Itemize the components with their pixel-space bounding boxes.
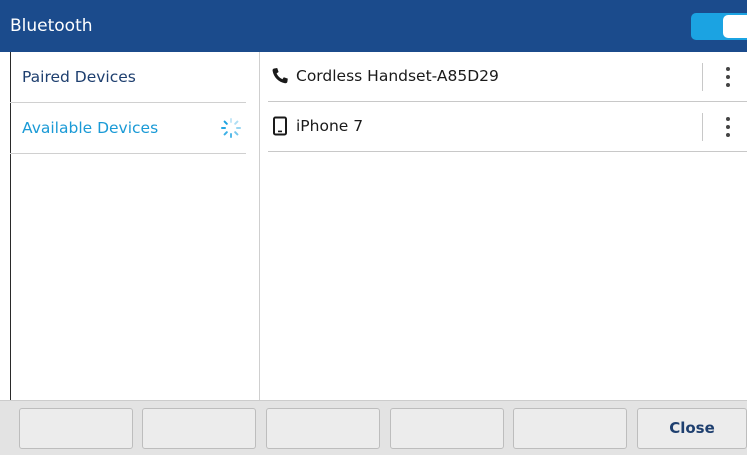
device-row-iphone-7[interactable]: iPhone 7 [268, 102, 747, 152]
toggle-knob [723, 15, 747, 38]
softkey-2[interactable] [142, 408, 256, 449]
device-name: Cordless Handset-A85D29 [296, 67, 499, 85]
mobile-phone-icon [273, 116, 287, 136]
softkey-5[interactable] [513, 408, 627, 449]
phone-handset-icon [272, 68, 288, 84]
sidebar-item-label: Paired Devices [22, 68, 136, 86]
page-title: Bluetooth [10, 16, 93, 36]
sidebar-item-label: Available Devices [22, 119, 159, 137]
title-bar: Bluetooth [0, 0, 747, 52]
softkey-4[interactable] [390, 408, 504, 449]
sidebar-item-available-devices[interactable]: Available Devices [10, 103, 246, 154]
device-row-cordless-handset[interactable]: Cordless Handset-A85D29 [268, 52, 747, 102]
more-options-icon[interactable] [713, 64, 743, 90]
softkey-3[interactable] [266, 408, 380, 449]
divider [702, 113, 703, 141]
divider [702, 63, 703, 91]
softkey-1[interactable] [19, 408, 133, 449]
bluetooth-screen: Bluetooth Paired Devices Available Devic… [0, 0, 747, 455]
close-button[interactable]: Close [637, 408, 747, 449]
softkey-bar: Close [0, 400, 747, 455]
loading-spinner-icon [221, 118, 241, 138]
device-name: iPhone 7 [296, 117, 364, 135]
bluetooth-toggle[interactable] [691, 13, 747, 40]
sidebar-item-paired-devices[interactable]: Paired Devices [10, 52, 246, 103]
more-options-icon[interactable] [713, 114, 743, 140]
